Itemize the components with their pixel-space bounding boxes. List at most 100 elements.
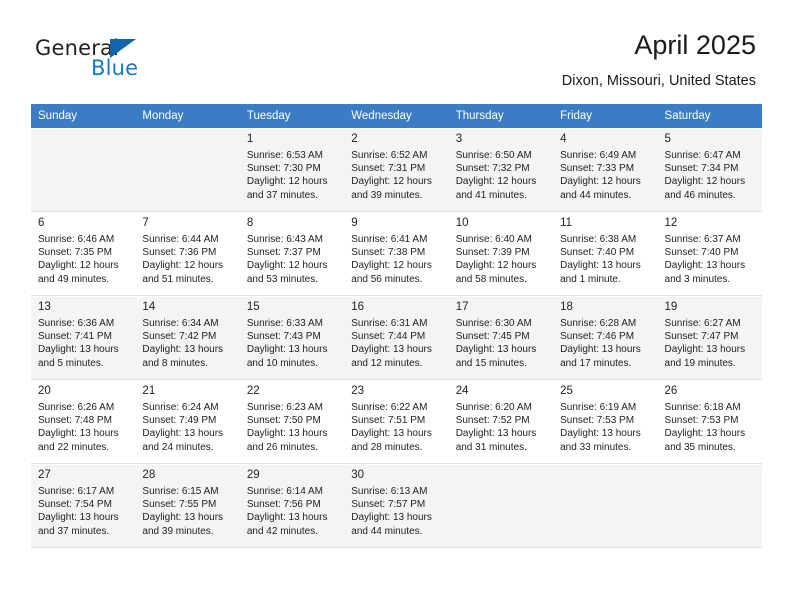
day-sun-info: Sunrise: 6:14 AM Sunset: 7:56 PM Daylight:…: [247, 485, 339, 538]
sunrise-text: Sunrise: 6:31 AM: [351, 318, 428, 329]
calendar-day-cell[interactable]: 20 Sunrise: 6:26 AM Sunset: 7:48 PM Dayligh…: [31, 380, 136, 464]
column-header-saturday: Saturday: [657, 104, 762, 128]
day-sun-info: Sunrise: 6:19 AM Sunset: 7:53 PM Daylight:…: [560, 401, 652, 454]
sunrise-text: Sunrise: 6:14 AM: [246, 486, 323, 497]
column-header-thursday: Thursday: [448, 104, 554, 128]
day-number: 12: [664, 217, 678, 229]
day-cell-inner: 3 Sunrise: 6:50 AM Sunset: 7:32 PM Daylight…: [448, 128, 554, 211]
day-number: 29: [246, 469, 260, 481]
day-number: 21: [142, 385, 156, 397]
day-cell-inner: 5 Sunrise: 6:47 AM Sunset: 7:34 PM Daylight…: [657, 128, 762, 211]
sunrise-text: Sunrise: 6:37 AM: [664, 234, 741, 245]
sunset-text: Sunset: 7:31 PM: [351, 163, 426, 175]
day-number: 5: [664, 133, 671, 145]
day-number: 24: [455, 385, 469, 397]
calendar-day-cell[interactable]: 18 Sunrise: 6:28 AM Sunset: 7:46 PM Dayligh…: [553, 296, 658, 380]
calendar-day-cell[interactable]: 3 Sunrise: 6:50 AM Sunset: 7:32 PM Daylight…: [448, 128, 554, 212]
calendar-day-cell-empty: [135, 128, 240, 212]
column-header-tuesday: Tuesday: [239, 104, 345, 128]
calendar-day-cell[interactable]: 9 Sunrise: 6:41 AM Sunset: 7:38 PM Daylight…: [344, 212, 449, 296]
day-cell-inner: 11 Sunrise: 6:38 AM Sunset: 7:40 PM Dayligh…: [553, 212, 658, 295]
calendar-day-cell[interactable]: 10 Sunrise: 6:40 AM Sunset: 7:39 PM Dayligh…: [448, 212, 554, 296]
calendar-day-cell[interactable]: 23 Sunrise: 6:22 AM Sunset: 7:51 PM Dayligh…: [344, 380, 449, 464]
day-sun-info: Sunrise: 6:38 AM Sunset: 7:40 PM Daylight:…: [560, 233, 652, 286]
daylight-text-line1: Daylight: 13 hours: [38, 344, 119, 356]
calendar-day-cell[interactable]: 21 Sunrise: 6:24 AM Sunset: 7:49 PM Dayligh…: [135, 380, 240, 464]
calendar-day-cell[interactable]: 2 Sunrise: 6:52 AM Sunset: 7:31 PM Daylight…: [344, 128, 449, 212]
sunset-text: Sunset: 7:40 PM: [664, 247, 739, 259]
calendar-day-cell[interactable]: 25 Sunrise: 6:19 AM Sunset: 7:53 PM Dayligh…: [553, 380, 658, 464]
calendar-day-cell[interactable]: 24 Sunrise: 6:20 AM Sunset: 7:52 PM Dayligh…: [448, 380, 554, 464]
sunset-text: Sunset: 7:48 PM: [38, 415, 112, 427]
daylight-text-line2: and 39 minutes.: [142, 525, 214, 537]
day-sun-info: Sunrise: 6:18 AM Sunset: 7:53 PM Daylight:…: [665, 401, 757, 454]
calendar-day-cell[interactable]: 19 Sunrise: 6:27 AM Sunset: 7:47 PM Dayligh…: [657, 296, 762, 380]
calendar-day-cell[interactable]: 5 Sunrise: 6:47 AM Sunset: 7:34 PM Daylight…: [657, 128, 762, 212]
day-number: 10: [455, 217, 469, 229]
day-sun-info: Sunrise: 6:27 AM Sunset: 7:47 PM Daylight:…: [665, 317, 757, 370]
calendar-day-cell[interactable]: 22 Sunrise: 6:23 AM Sunset: 7:50 PM Dayligh…: [239, 380, 345, 464]
day-cell-inner: 27 Sunrise: 6:17 AM Sunset: 7:54 PM Dayligh…: [31, 464, 136, 547]
daylight-text-line1: Daylight: 13 hours: [142, 344, 224, 356]
sunrise-text: Sunrise: 6:20 AM: [455, 402, 532, 413]
calendar-day-cell[interactable]: 12 Sunrise: 6:37 AM Sunset: 7:40 PM Dayligh…: [657, 212, 762, 296]
day-number: 30: [351, 469, 365, 481]
day-number: 2: [351, 133, 358, 145]
calendar-page: General Blue April 2025 Dixon, Missouri,…: [0, 0, 792, 612]
calendar-day-cell[interactable]: 30 Sunrise: 6:13 AM Sunset: 7:57 PM Dayligh…: [344, 464, 449, 548]
calendar-day-cell[interactable]: 7 Sunrise: 6:44 AM Sunset: 7:36 PM Daylight…: [135, 212, 240, 296]
day-sun-info: Sunrise: 6:50 AM Sunset: 7:32 PM Daylight:…: [456, 149, 548, 202]
daylight-text-line2: and 1 minute.: [560, 273, 621, 285]
daylight-text-line2: and 37 minutes.: [246, 189, 319, 201]
page-header: General Blue April 2025 Dixon, Missouri,…: [0, 0, 792, 100]
calendar-day-cell[interactable]: 26 Sunrise: 6:18 AM Sunset: 7:53 PM Dayligh…: [657, 380, 762, 464]
daylight-text-line2: and 39 minutes.: [351, 189, 423, 201]
sunset-text: Sunset: 7:30 PM: [246, 163, 321, 175]
calendar-day-cell[interactable]: 15 Sunrise: 6:33 AM Sunset: 7:43 PM Dayligh…: [239, 296, 345, 380]
daylight-text-line2: and 24 minutes.: [142, 441, 214, 453]
calendar-day-cell[interactable]: 13 Sunrise: 6:36 AM Sunset: 7:41 PM Dayligh…: [31, 296, 136, 380]
calendar-day-cell[interactable]: 27 Sunrise: 6:17 AM Sunset: 7:54 PM Dayligh…: [31, 464, 136, 548]
day-number: 28: [142, 469, 156, 481]
calendar-day-cell[interactable]: 16 Sunrise: 6:31 AM Sunset: 7:44 PM Dayligh…: [344, 296, 449, 380]
sunrise-text: Sunrise: 6:22 AM: [351, 402, 428, 413]
sunset-text: Sunset: 7:53 PM: [664, 415, 739, 427]
logo-text-blue: Blue: [91, 56, 139, 80]
calendar-day-cell[interactable]: 14 Sunrise: 6:34 AM Sunset: 7:42 PM Dayligh…: [135, 296, 240, 380]
calendar-day-cell-empty: [448, 464, 554, 548]
calendar-day-cell[interactable]: 8 Sunrise: 6:43 AM Sunset: 7:37 PM Daylight…: [239, 212, 345, 296]
day-cell-inner: 25 Sunrise: 6:19 AM Sunset: 7:53 PM Dayligh…: [553, 380, 658, 463]
sunset-text: Sunset: 7:41 PM: [38, 331, 112, 343]
day-sun-info: Sunrise: 6:31 AM Sunset: 7:44 PM Daylight:…: [351, 317, 443, 370]
day-cell-inner: [135, 128, 240, 211]
calendar-day-cell[interactable]: 1 Sunrise: 6:53 AM Sunset: 7:30 PM Daylight…: [239, 128, 345, 212]
calendar-day-cell[interactable]: 28 Sunrise: 6:15 AM Sunset: 7:55 PM Dayligh…: [135, 464, 240, 548]
day-cell-inner: 20 Sunrise: 6:26 AM Sunset: 7:48 PM Dayligh…: [31, 380, 136, 463]
day-sun-info: Sunrise: 6:24 AM Sunset: 7:49 PM Daylight:…: [142, 401, 234, 454]
calendar-day-cell[interactable]: 4 Sunrise: 6:49 AM Sunset: 7:33 PM Daylight…: [553, 128, 658, 212]
daylight-text-line1: Daylight: 13 hours: [351, 344, 432, 356]
daylight-text-line1: Daylight: 12 hours: [38, 260, 119, 272]
calendar-body: 1 Sunrise: 6:53 AM Sunset: 7:30 PM Daylight…: [31, 128, 762, 548]
calendar-day-cell[interactable]: 6 Sunrise: 6:46 AM Sunset: 7:35 PM Daylight…: [31, 212, 136, 296]
day-number: 27: [38, 469, 51, 481]
daylight-text-line2: and 44 minutes.: [560, 189, 632, 201]
calendar-day-cell-empty: [31, 128, 136, 212]
column-header-wednesday: Wednesday: [344, 104, 449, 128]
day-sun-info: Sunrise: 6:40 AM Sunset: 7:39 PM Daylight:…: [456, 233, 548, 286]
day-sun-info: Sunrise: 6:26 AM Sunset: 7:48 PM Daylight:…: [38, 401, 130, 454]
calendar-day-cell[interactable]: 17 Sunrise: 6:30 AM Sunset: 7:45 PM Dayligh…: [448, 296, 554, 380]
daylight-text-line2: and 19 minutes.: [664, 357, 736, 369]
day-sun-info: Sunrise: 6:52 AM Sunset: 7:31 PM Daylight:…: [351, 149, 443, 202]
day-cell-inner: 15 Sunrise: 6:33 AM Sunset: 7:43 PM Dayligh…: [239, 296, 345, 379]
day-sun-info: Sunrise: 6:15 AM Sunset: 7:55 PM Daylight:…: [142, 485, 234, 538]
general-blue-logo[interactable]: General Blue: [35, 36, 235, 82]
daylight-text-line2: and 53 minutes.: [246, 273, 319, 285]
sunset-text: Sunset: 7:38 PM: [351, 247, 426, 259]
column-header-friday: Friday: [553, 104, 658, 128]
calendar-day-cell[interactable]: 11 Sunrise: 6:38 AM Sunset: 7:40 PM Dayligh…: [553, 212, 658, 296]
daylight-text-line1: Daylight: 12 hours: [664, 176, 746, 188]
day-number: 9: [351, 217, 358, 229]
day-number: 19: [664, 301, 678, 313]
calendar-day-cell[interactable]: 29 Sunrise: 6:14 AM Sunset: 7:56 PM Dayligh…: [239, 464, 345, 548]
